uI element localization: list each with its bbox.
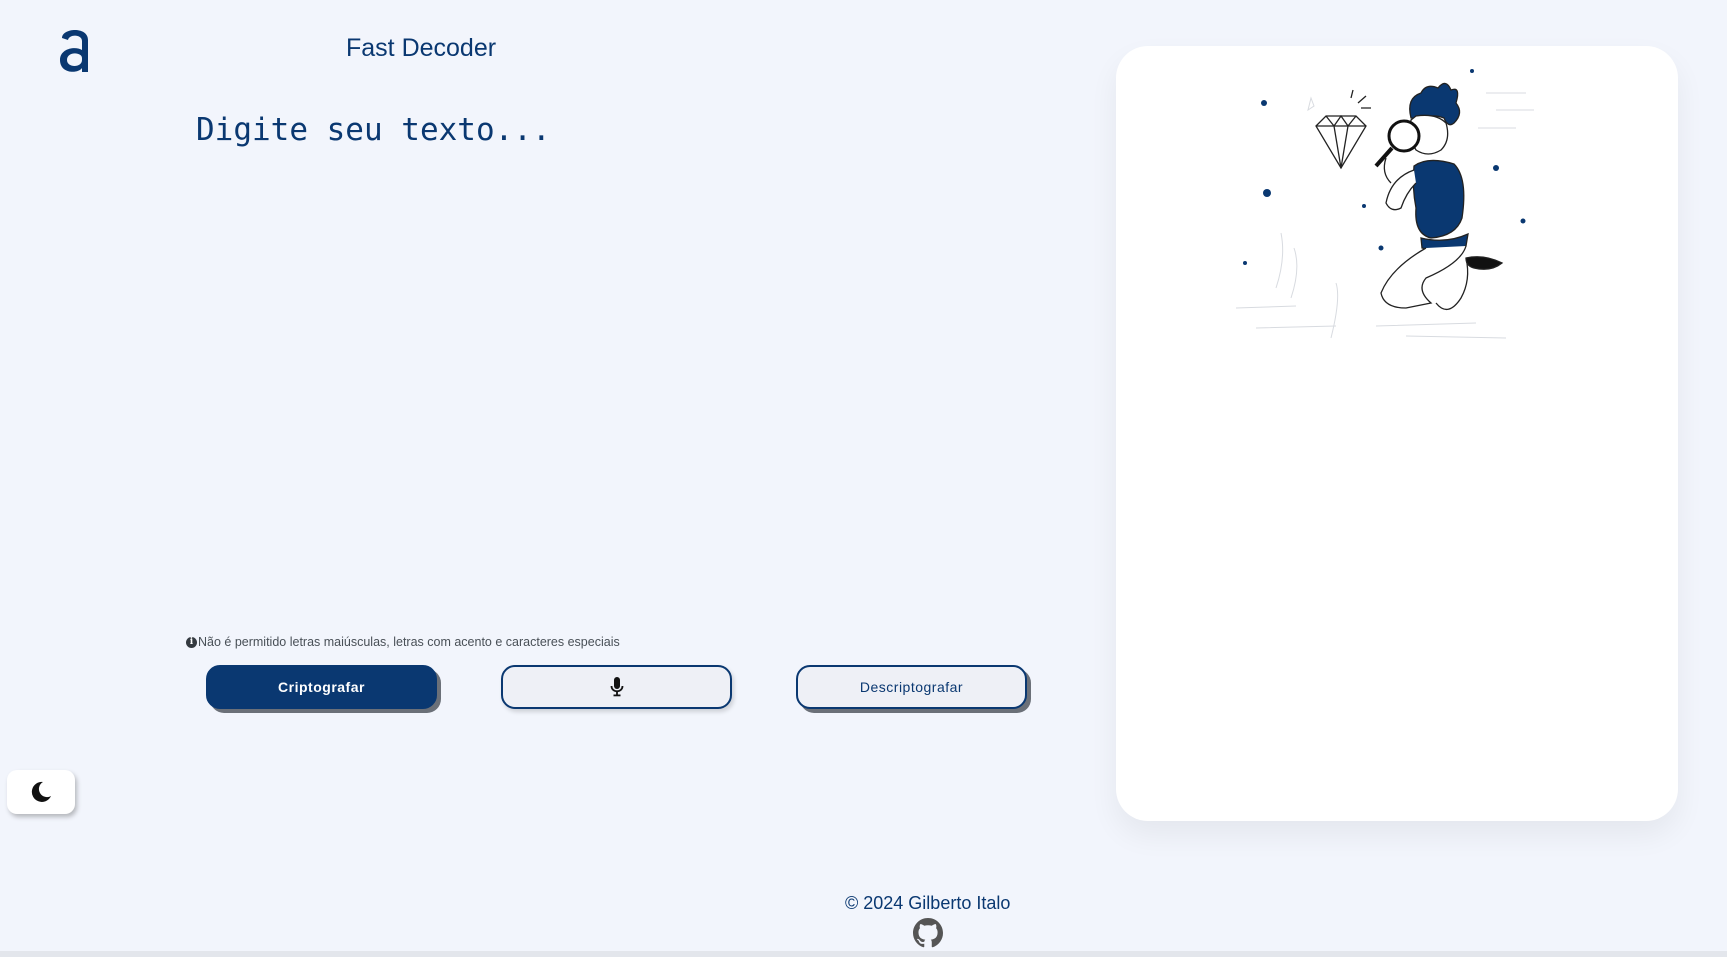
moon-icon [31, 781, 51, 802]
text-input[interactable] [196, 112, 1016, 612]
encrypt-button-label: Criptografar [278, 679, 365, 695]
microphone-icon [610, 677, 623, 697]
info-icon: i [186, 636, 197, 648]
alura-logo-icon [60, 30, 88, 72]
decrypt-button[interactable]: Descriptografar [796, 665, 1027, 709]
github-icon[interactable] [913, 918, 943, 948]
warning-text: Não é permitido letras maiúsculas, letra… [198, 635, 620, 649]
input-warning: i Não é permitido letras maiúsculas, let… [186, 635, 620, 649]
encrypt-button[interactable]: Criptografar [206, 665, 437, 709]
output-card [1116, 46, 1678, 821]
decrypt-button-label: Descriptografar [859, 679, 964, 695]
app-title: Fast Decoder [346, 34, 497, 62]
microphone-button[interactable] [501, 665, 732, 709]
person-with-magnifying-glass-illustration [1235, 69, 1534, 339]
theme-toggle-button[interactable] [7, 770, 75, 814]
horizontal-scrollbar[interactable] [0, 951, 1727, 957]
footer-copyright: © 2024 Gilberto Italo [845, 893, 1011, 913]
